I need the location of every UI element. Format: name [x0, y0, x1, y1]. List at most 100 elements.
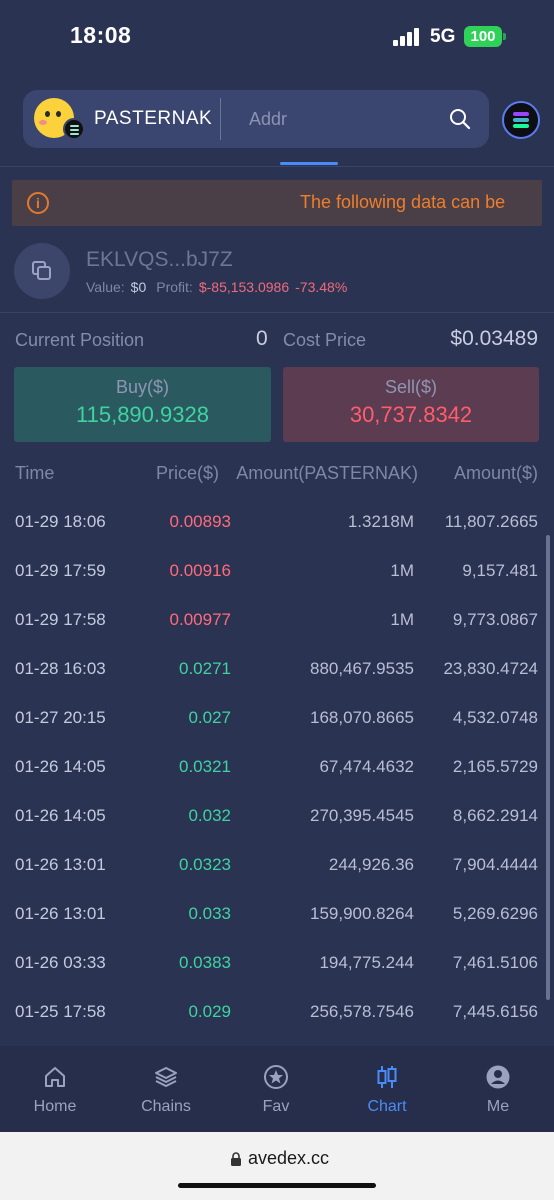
trade-price: 0.00977 — [169, 610, 231, 629]
nav-chains[interactable]: Chains — [121, 1064, 211, 1116]
layers-icon — [155, 1067, 177, 1087]
trade-usd-amount: 4,532.0748 — [452, 708, 538, 727]
nav-home[interactable]: Home — [10, 1064, 100, 1116]
value-label: Value: — [86, 279, 125, 295]
trade-usd-amount: 8,662.2914 — [452, 806, 538, 825]
trade-row[interactable]: 01-26 13:01 0.033 159,900.8264 5,269.6296 — [0, 904, 554, 953]
nav-label-fav: Fav — [262, 1098, 290, 1115]
address-search-input[interactable] — [249, 106, 429, 132]
trade-time: 01-26 14:05 — [15, 757, 106, 776]
trade-price: 0.00916 — [169, 561, 231, 580]
token-search-bar[interactable]: PASTERNAK — [23, 90, 489, 148]
home-indicator[interactable] — [178, 1183, 376, 1188]
trade-row[interactable]: 01-25 17:58 0.029 256,578.7546 7,445.6156 — [0, 1002, 554, 1051]
divider — [0, 312, 554, 313]
trade-time: 01-26 03:33 — [15, 953, 106, 972]
sell-label: Sell($) — [384, 377, 437, 397]
status-bar: 18:08 5G 100 — [0, 0, 554, 76]
trade-token-amount: 256,578.7546 — [310, 1002, 414, 1021]
trade-usd-amount: 7,461.5106 — [452, 953, 538, 972]
active-tab-indicator — [280, 162, 338, 165]
wallet-profit-pct: -73.48% — [295, 279, 348, 295]
trade-usd-amount: 23,830.4724 — [443, 659, 538, 678]
cost-price-value: $0.03489 — [450, 327, 538, 350]
current-position-value: 0 — [256, 327, 268, 350]
nav-label-me: Me — [486, 1098, 510, 1115]
trade-time: 01-25 17:58 — [15, 1002, 106, 1021]
token-name[interactable]: PASTERNAK — [94, 108, 212, 130]
column-header-usd-amount[interactable]: Amount($) — [454, 463, 538, 484]
status-time: 18:08 — [70, 22, 132, 48]
warning-banner: i The following data can be — [12, 180, 542, 226]
trade-time: 01-26 13:01 — [15, 855, 106, 874]
trade-token-amount: 270,395.4545 — [310, 806, 414, 825]
trade-token-amount: 168,070.8665 — [310, 708, 414, 727]
trade-usd-amount: 9,157.481 — [462, 561, 538, 580]
trade-row[interactable]: 01-27 20:15 0.027 168,070.8665 4,532.0748 — [0, 708, 554, 757]
buy-value: 115,890.9328 — [76, 402, 209, 427]
sell-summary: Sell($) 30,737.8342 — [283, 367, 539, 442]
trade-usd-amount: 11,807.2665 — [444, 512, 538, 531]
nav-fav[interactable]: Fav — [231, 1064, 321, 1116]
bottom-nav: Home Chains Fav Chart Me — [0, 1046, 554, 1132]
trade-token-amount: 1.3218M — [347, 512, 414, 531]
trade-time: 01-29 17:59 — [15, 561, 106, 580]
trade-row[interactable]: 01-26 14:05 0.0321 67,474.4632 2,165.5729 — [0, 757, 554, 806]
column-header-time[interactable]: Time — [15, 463, 54, 484]
trade-usd-amount: 5,269.6296 — [452, 904, 538, 923]
url-text[interactable]: avedex.cc — [248, 1148, 329, 1169]
trade-price: 0.029 — [188, 1002, 231, 1021]
column-header-price[interactable]: Price($) — [156, 463, 219, 484]
solana-chain-icon[interactable] — [502, 101, 540, 139]
trade-token-amount: 1M — [390, 610, 414, 629]
trade-row[interactable]: 01-29 18:06 0.00893 1.3218M 11,807.2665 — [0, 512, 554, 561]
home-icon — [45, 1067, 65, 1087]
wallet-value: $0 — [130, 279, 147, 295]
current-position-label: Current Position — [15, 330, 145, 350]
trade-price: 0.0321 — [179, 757, 231, 776]
trade-price: 0.0323 — [179, 855, 231, 874]
battery-icon: 100 — [464, 26, 502, 47]
trade-token-amount: 1M — [390, 561, 414, 580]
trade-price: 0.00893 — [169, 512, 231, 531]
trade-token-amount: 159,900.8264 — [310, 904, 414, 923]
trade-row[interactable]: 01-26 03:33 0.0383 194,775.244 7,461.5106 — [0, 953, 554, 1002]
wallet-summary: Value: $0 Profit: $-85,153.0986 -73.48% — [86, 279, 347, 295]
cost-price-label: Cost Price — [283, 330, 367, 350]
battery-tip — [503, 33, 506, 40]
trade-row[interactable]: 01-29 17:58 0.00977 1M 9,773.0867 — [0, 610, 554, 659]
search-icon[interactable] — [448, 107, 472, 131]
buy-label: Buy($) — [115, 377, 169, 397]
trade-token-amount: 194,775.244 — [319, 953, 414, 972]
trade-token-amount: 880,467.9535 — [310, 659, 414, 678]
trade-price: 0.033 — [188, 904, 231, 923]
trade-time: 01-29 17:58 — [15, 610, 106, 629]
candlestick-icon — [377, 1066, 397, 1088]
star-icon — [264, 1065, 288, 1089]
wallet-address[interactable]: EKLVQS...bJ7Z — [86, 248, 233, 272]
sell-value: 30,737.8342 — [349, 402, 473, 427]
trade-price: 0.0271 — [179, 659, 231, 678]
nav-label-chart: Chart — [367, 1098, 407, 1115]
trade-price: 0.032 — [188, 806, 231, 825]
solana-badge-icon — [63, 118, 85, 140]
trade-price: 0.027 — [188, 708, 231, 727]
column-header-token-amount[interactable]: Amount(PASTERNAK) — [236, 463, 418, 484]
nav-chart[interactable]: Chart — [342, 1064, 432, 1116]
info-icon: i — [27, 192, 49, 214]
trade-row[interactable]: 01-28 16:03 0.0271 880,467.9535 23,830.4724 — [0, 659, 554, 708]
trade-usd-amount: 7,904.4444 — [452, 855, 538, 874]
trade-price: 0.0383 — [179, 953, 231, 972]
trade-row[interactable]: 01-26 14:05 0.032 270,395.4545 8,662.2914 — [0, 806, 554, 855]
wallet-copy-icon[interactable] — [14, 243, 70, 299]
trade-row[interactable]: 01-26 13:01 0.0323 244,926.36 7,904.4444 — [0, 855, 554, 904]
lock-icon — [231, 1152, 241, 1166]
browser-url-bar[interactable]: avedex.cc — [0, 1132, 554, 1200]
scrollbar[interactable] — [546, 535, 550, 1000]
signal-icon — [393, 28, 423, 46]
nav-me[interactable]: Me — [453, 1064, 543, 1116]
wallet-profit: $-85,153.0986 — [198, 279, 290, 295]
trade-row[interactable]: 01-29 17:59 0.00916 1M 9,157.481 — [0, 561, 554, 610]
trade-token-amount: 67,474.4632 — [319, 757, 414, 776]
trade-usd-amount: 7,445.6156 — [452, 1002, 538, 1021]
